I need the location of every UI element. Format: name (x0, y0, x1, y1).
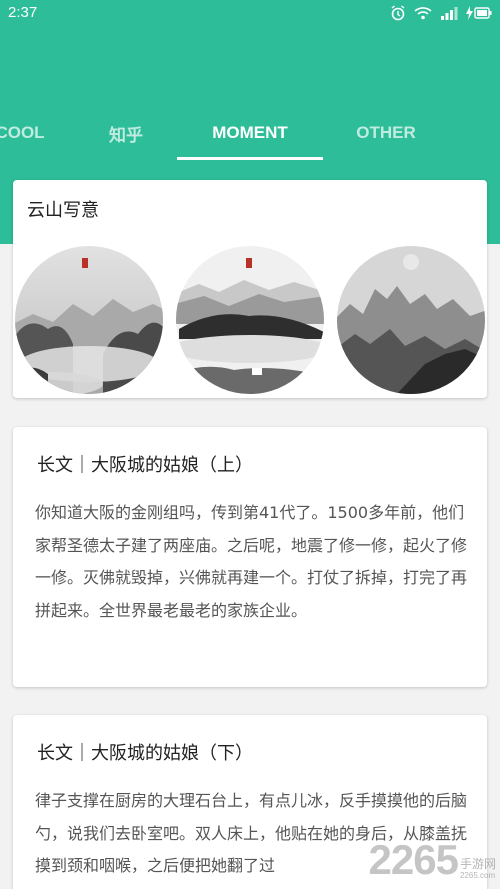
watermark-logo: 2265 手游网 2265.com (369, 839, 496, 881)
tab-moment[interactable]: MOMENT (177, 108, 323, 158)
battery-charging-icon (466, 6, 492, 20)
article-card[interactable]: 长文｜大阪城的姑娘（上） 你知道大阪的金刚组吗，传到第41代了。1500多年前，… (13, 427, 487, 687)
article-title: 长文｜大阪城的姑娘（上） (37, 455, 253, 476)
status-icons (390, 5, 492, 21)
watermark-domain: 2265.com (459, 871, 496, 881)
gallery-title: 云山写意 (27, 200, 99, 221)
tab-other[interactable]: OTHER (336, 108, 436, 158)
gallery-image-2[interactable] (174, 244, 326, 396)
article-title: 长文｜大阪城的姑娘（下） (37, 743, 253, 764)
tab-cool[interactable]: COOL (0, 108, 60, 158)
gallery-card[interactable]: 云山写意 (13, 180, 487, 398)
status-bar: 2:37 (0, 0, 500, 28)
status-time: 2:37 (8, 4, 38, 21)
gallery-image-1[interactable] (13, 244, 165, 396)
article-body: 你知道大阪的金刚组吗，传到第41代了。1500多年前，他们家帮圣德太子建了两座庙… (35, 503, 468, 620)
signal-icon (440, 6, 458, 20)
gallery-image-3[interactable] (335, 244, 487, 396)
tab-indicator (177, 157, 323, 160)
alarm-icon (390, 5, 406, 21)
wifi-icon (414, 6, 432, 20)
watermark-site-name: 手游网 (459, 857, 496, 872)
watermark-text: 手游网 2265.com (460, 857, 496, 881)
watermark-number: 2265 (368, 836, 459, 883)
tab-zhihu[interactable]: 知乎 (86, 108, 166, 158)
tab-bar: COOL 知乎 MOMENT OTHER (0, 108, 500, 158)
